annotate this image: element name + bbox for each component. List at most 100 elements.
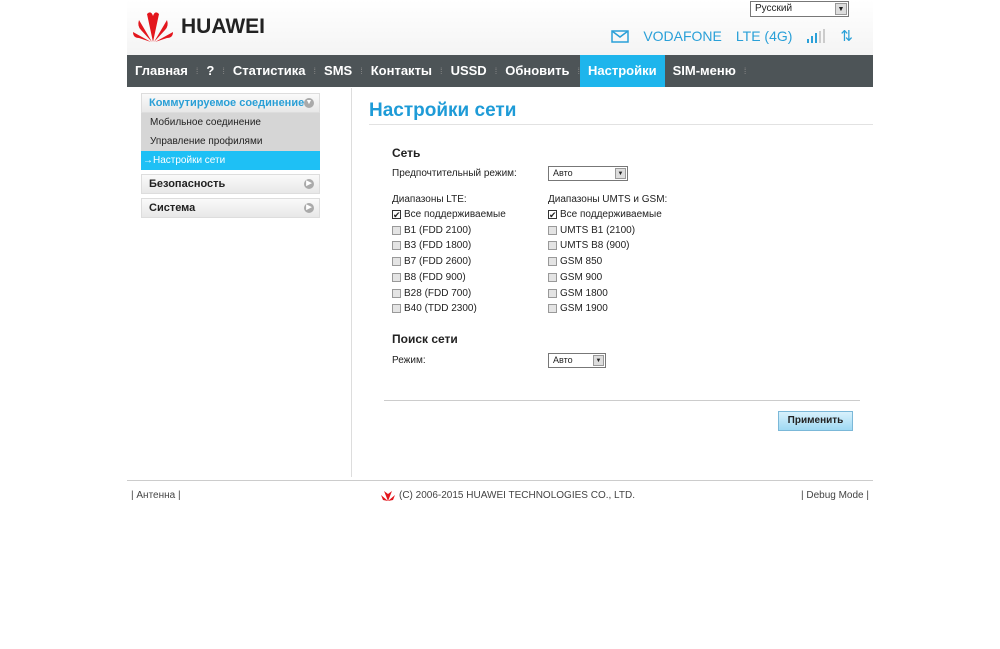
band-label: GSM 1900	[560, 303, 608, 315]
band-checkbox[interactable]: B28 (FDD 700)	[392, 288, 471, 299]
band-checkbox[interactable]: UMTS B8 (900)	[548, 240, 629, 251]
header: HUAWEI Русский ▼ VODAFONE LTE (4G) ⇅	[127, 0, 873, 55]
band-checkbox[interactable]: GSM 1900	[548, 303, 608, 314]
band-checkbox[interactable]: GSM 1800	[548, 288, 608, 299]
collapse-icon: ▼	[304, 98, 314, 108]
checkbox-icon[interactable]	[392, 225, 401, 235]
band-label: UMTS B1 (2100)	[560, 224, 636, 236]
checkbox-icon[interactable]	[548, 288, 557, 298]
language-select[interactable]: Русский ▼	[750, 1, 849, 17]
checkbox-icon[interactable]	[548, 225, 557, 235]
checkbox-checked-icon[interactable]: ✔	[392, 210, 401, 220]
checkbox-icon[interactable]	[548, 257, 557, 267]
band-checkbox[interactable]: GSM 850	[548, 256, 602, 267]
band-checkbox[interactable]: ✔ Все поддерживаемые	[548, 209, 662, 220]
footer: | Антенна | (C) 2006-2015 HUAWEI TECHNOL…	[127, 480, 873, 510]
language-value: Русский	[755, 3, 793, 14]
checkbox-icon[interactable]	[392, 272, 401, 282]
sidebar-group-dialup[interactable]: Коммутируемое соединение ▼	[141, 93, 320, 113]
huawei-logo: HUAWEI	[131, 10, 265, 44]
group-label: Безопасность	[149, 178, 226, 190]
main-nav: Главная ⁞ ? ⁞ Статистика ⁞ SMS ⁞ Контакты ⁞ U…	[127, 55, 873, 87]
search-mode-select[interactable]: Авто ▼	[548, 353, 606, 368]
copyright: (C) 2006-2015 HUAWEI TECHNOLOGIES CO., L…	[381, 490, 635, 501]
band-label: B8 (FDD 900)	[404, 271, 466, 283]
signal-icon	[807, 29, 826, 43]
network-type: LTE (4G)	[735, 28, 793, 44]
page-title: Настройки сети	[369, 100, 873, 125]
band-label: GSM 900	[560, 271, 603, 283]
debug-mode-label: Debug Mode	[806, 490, 864, 501]
band-label: B28 (FDD 700)	[404, 287, 472, 299]
band-checkbox[interactable]: B8 (FDD 900)	[392, 272, 466, 283]
search-mode-label: Режим:	[392, 355, 426, 366]
nav-contacts[interactable]: Контакты	[363, 55, 440, 87]
status-bar: VODAFONE LTE (4G) ⇅	[611, 27, 853, 45]
nav-sms[interactable]: SMS	[316, 55, 360, 87]
band-checkbox[interactable]: B7 (FDD 2600)	[392, 256, 471, 267]
checkbox-icon[interactable]	[392, 241, 401, 251]
checkbox-icon[interactable]	[392, 288, 401, 298]
antenna-label: Антенна	[136, 490, 176, 501]
nav-help[interactable]: ?	[198, 55, 222, 87]
lte-bands-label: Диапазоны LTE:	[392, 194, 467, 205]
band-checkbox[interactable]: B40 (TDD 2300)	[392, 303, 477, 314]
band-label: B7 (FDD 2600)	[404, 256, 472, 268]
chevron-down-icon: ▼	[835, 3, 847, 15]
group-label: Коммутируемое соединение	[149, 97, 305, 109]
antenna-link[interactable]: | Антенна |	[131, 490, 181, 501]
expand-icon: ▶	[304, 203, 314, 213]
sidebar: Коммутируемое соединение ▼ Мобильное соед…	[141, 93, 320, 222]
nav-sim-menu[interactable]: SIM-меню	[665, 55, 744, 87]
band-label: B3 (FDD 1800)	[404, 240, 472, 252]
nav-settings[interactable]: Настройки	[580, 55, 665, 87]
divider	[351, 88, 352, 477]
preferred-mode-label: Предпочтительный режим:	[392, 168, 517, 179]
brand-name: HUAWEI	[181, 15, 265, 38]
checkbox-icon[interactable]	[392, 304, 401, 314]
checkbox-icon[interactable]	[548, 272, 557, 282]
sidebar-item-mobile-connection[interactable]: Мобильное соединение	[141, 113, 320, 132]
umts-gsm-bands-label: Диапазоны UMTS и GSM:	[548, 194, 668, 205]
nav-home[interactable]: Главная	[127, 55, 196, 87]
operator-name: VODAFONE	[643, 28, 722, 44]
chevron-down-icon: ▼	[615, 168, 626, 179]
band-checkbox[interactable]: GSM 900	[548, 272, 602, 283]
copyright-text: (C) 2006-2015 HUAWEI TECHNOLOGIES CO., L…	[399, 490, 635, 501]
preferred-mode-select[interactable]: Авто ▼	[548, 166, 628, 181]
band-checkbox[interactable]: ✔ Все поддерживаемые	[392, 209, 506, 220]
checkbox-icon[interactable]	[392, 257, 401, 267]
group-label: Система	[149, 202, 196, 214]
checkbox-checked-icon[interactable]: ✔	[548, 210, 557, 220]
debug-mode-link[interactable]: | Debug Mode |	[801, 490, 869, 501]
chevron-down-icon: ▼	[593, 355, 604, 366]
band-checkbox[interactable]: B3 (FDD 1800)	[392, 240, 471, 251]
band-checkbox[interactable]: B1 (FDD 2100)	[392, 225, 471, 236]
mail-icon[interactable]	[611, 29, 630, 43]
sidebar-group-security[interactable]: Безопасность ▶	[141, 174, 320, 194]
sidebar-group-system[interactable]: Система ▶	[141, 198, 320, 218]
nav-statistics[interactable]: Статистика	[225, 55, 314, 87]
network-heading: Сеть	[392, 146, 421, 160]
main-content: Настройки сети Сеть Предпочтительный реж…	[369, 100, 873, 431]
huawei-flower-icon	[133, 12, 173, 42]
checkbox-icon[interactable]	[548, 304, 557, 314]
preferred-mode-value: Авто	[553, 168, 573, 178]
sidebar-item-network-settings[interactable]: →Настройки сети	[141, 151, 320, 170]
search-mode-value: Авто	[553, 355, 573, 365]
expand-icon: ▶	[304, 179, 314, 189]
separator	[384, 400, 860, 401]
band-label: B1 (FDD 2100)	[404, 224, 472, 236]
network-search-heading: Поиск сети	[392, 332, 458, 346]
band-label: Все поддерживаемые	[404, 209, 506, 220]
sidebar-item-profile-management[interactable]: Управление профилями	[141, 132, 320, 151]
apply-button[interactable]: Применить	[778, 411, 853, 431]
band-label: UMTS B8 (900)	[560, 240, 630, 252]
checkbox-icon[interactable]	[548, 241, 557, 251]
band-label: GSM 850	[560, 256, 603, 268]
nav-ussd[interactable]: USSD	[443, 55, 495, 87]
band-checkbox[interactable]: UMTS B1 (2100)	[548, 225, 635, 236]
data-transfer-icon: ⇅	[840, 28, 853, 45]
nav-update[interactable]: Обновить	[497, 55, 577, 87]
band-label: Все поддерживаемые	[560, 209, 662, 220]
